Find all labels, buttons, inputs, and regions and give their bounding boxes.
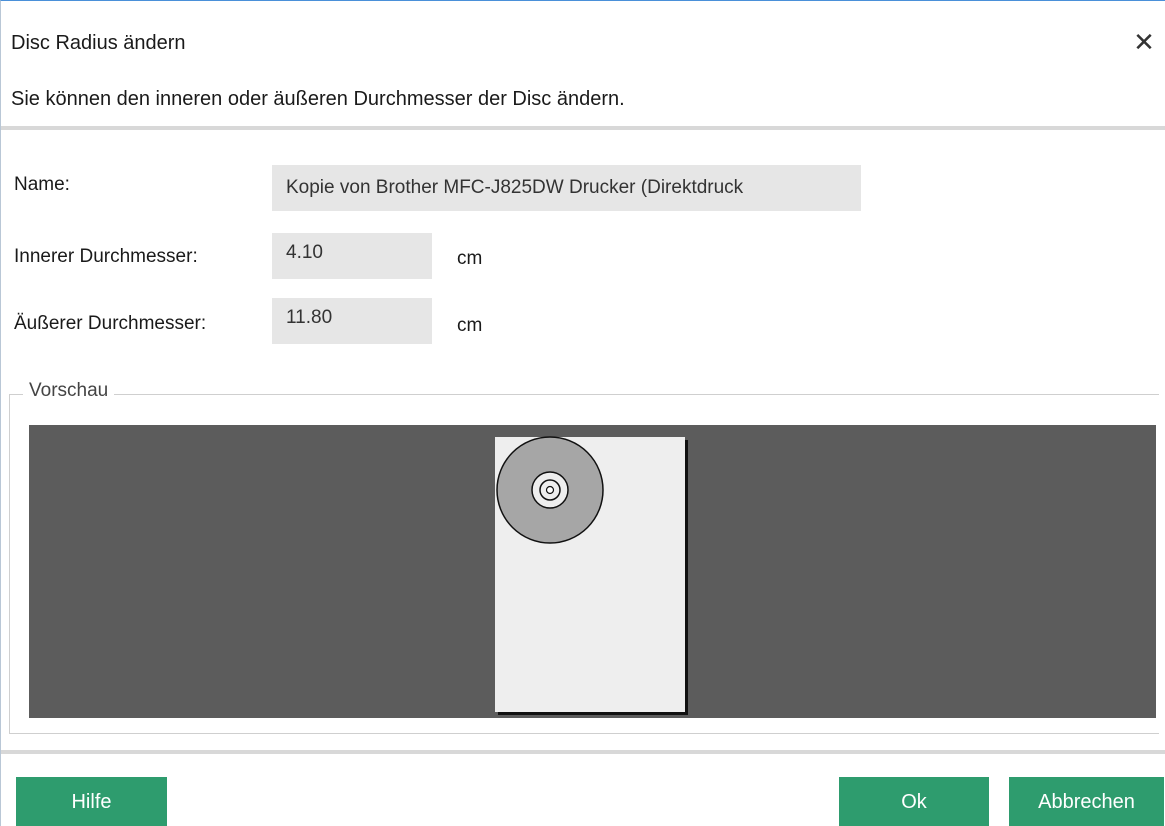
footer-divider — [1, 750, 1165, 754]
cancel-button[interactable]: Abbrechen — [1009, 777, 1164, 826]
outer-diameter-input[interactable]: 11.80 — [272, 298, 432, 344]
name-label: Name: — [14, 174, 70, 195]
inner-diameter-unit: cm — [457, 248, 483, 269]
ok-button[interactable]: Ok — [839, 777, 989, 826]
disc-hole — [545, 485, 555, 495]
header-divider — [1, 126, 1165, 130]
help-button[interactable]: Hilfe — [16, 777, 167, 826]
preview-area — [29, 425, 1156, 718]
inner-diameter-input[interactable]: 4.10 — [272, 233, 432, 279]
inner-diameter-label: Innerer Durchmesser: — [14, 246, 198, 267]
close-icon[interactable]: ✕ — [1131, 29, 1157, 55]
outer-diameter-unit: cm — [457, 315, 483, 336]
outer-diameter-label: Äußerer Durchmesser: — [14, 313, 207, 334]
dialog-title: Disc Radius ändern — [11, 32, 186, 54]
disc-radius-dialog: Disc Radius ändern ✕ Sie können den inne… — [0, 0, 1165, 826]
dialog-description: Sie können den inneren oder äußeren Durc… — [11, 88, 625, 110]
name-input[interactable]: Kopie von Brother MFC-J825DW Drucker (Di… — [272, 165, 861, 211]
preview-label: Vorschau — [23, 379, 115, 403]
disc-graphic — [496, 436, 604, 544]
